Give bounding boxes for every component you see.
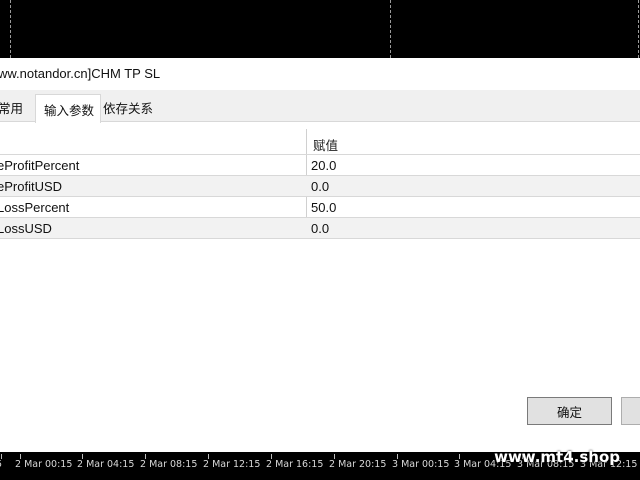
chart-gridline [638, 0, 639, 58]
dialog-titlebar[interactable]: ww.notandor.cn]CHM TP SL [0, 58, 640, 90]
time-axis-label: 5 [0, 459, 2, 470]
param-name: eProfitPercent [0, 158, 80, 173]
param-name: LossUSD [0, 221, 52, 236]
chart-gridline [10, 0, 11, 58]
tab-inputs-label: 输入参数 [44, 103, 95, 118]
time-axis-label: 3 Mar 00:15 [392, 459, 450, 470]
ea-properties-dialog: ww.notandor.cn]CHM TP SL 常用 输入参数 依存关系 赋值… [0, 58, 640, 457]
param-value[interactable]: 20.0 [311, 158, 336, 173]
table-row[interactable]: eProfitPercent 20.0 [0, 154, 640, 175]
time-axis-label: 2 Mar 08:15 [140, 459, 198, 470]
dialog-title: ww.notandor.cn]CHM TP SL [0, 66, 161, 81]
param-name: LossPercent [0, 200, 70, 215]
chart-area-top [0, 0, 640, 58]
value-column-header: 赋值 [313, 138, 339, 153]
tab-inputs[interactable]: 输入参数 [35, 94, 101, 123]
ok-button[interactable]: 确定 [527, 397, 612, 425]
cancel-button[interactable] [621, 397, 640, 425]
tab-dependencies[interactable]: 依存关系 [103, 98, 153, 117]
table-row[interactable]: LossPercent 50.0 [0, 196, 640, 217]
watermark: www.mt4.shop [494, 448, 620, 466]
param-name: eProfitUSD [0, 179, 63, 194]
table-bottom-border [0, 238, 640, 239]
param-value[interactable]: 0.0 [311, 179, 329, 194]
time-axis-label: 2 Mar 16:15 [266, 459, 324, 470]
tab-common[interactable]: 常用 [0, 98, 23, 117]
dialog-footer: 确定 [0, 395, 640, 452]
inputs-table: 赋值 eProfitPercent 20.0 eProfitUSD 0.0 Lo… [0, 129, 640, 239]
time-axis-label: 2 Mar 20:15 [329, 459, 387, 470]
chart-gridline [390, 0, 391, 58]
table-row[interactable]: eProfitUSD 0.0 [0, 175, 640, 196]
table-header: 赋值 [0, 129, 640, 154]
time-axis-label: 2 Mar 00:15 [15, 459, 73, 470]
table-row[interactable]: LossUSD 0.0 [0, 217, 640, 238]
tab-bar: 常用 输入参数 依存关系 [0, 94, 640, 123]
param-value[interactable]: 50.0 [311, 200, 336, 215]
time-axis-label: 2 Mar 12:15 [203, 459, 261, 470]
time-axis-label: 2 Mar 04:15 [77, 459, 135, 470]
param-value[interactable]: 0.0 [311, 221, 329, 236]
